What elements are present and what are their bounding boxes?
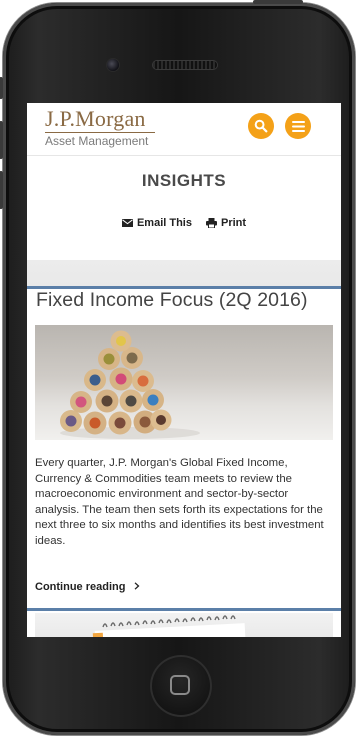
site-header: J.P.Morgan Asset Management xyxy=(27,103,341,156)
colored-pencils-pyramid-image xyxy=(60,330,200,439)
power-button xyxy=(253,0,303,4)
print-label: Print xyxy=(220,217,247,229)
email-this-link[interactable]: Email This xyxy=(121,217,192,229)
notebook-spiral-image xyxy=(92,615,246,637)
next-article-rule xyxy=(27,608,341,611)
logo-divider xyxy=(45,132,155,133)
envelope-icon xyxy=(121,219,133,227)
search-icon xyxy=(254,119,268,133)
next-article-image[interactable] xyxy=(35,613,333,637)
logo-wordmark: J.P.Morgan xyxy=(45,106,146,131)
menu-button[interactable] xyxy=(285,113,311,139)
volume-up-button xyxy=(0,121,3,159)
printer-icon xyxy=(205,218,217,228)
continue-reading-label: Continue reading xyxy=(35,581,126,593)
volume-down-button xyxy=(0,171,3,209)
front-camera xyxy=(107,59,119,71)
share-actions: Email This Print xyxy=(27,217,341,229)
search-button[interactable] xyxy=(248,113,274,139)
continue-reading-link[interactable]: Continue reading xyxy=(35,581,140,593)
jpmorgan-logo[interactable]: J.P.Morgan Asset Management xyxy=(45,107,155,148)
article-title[interactable]: Fixed Income Focus (2Q 2016) xyxy=(36,289,336,312)
article-hero-image[interactable] xyxy=(35,325,333,440)
mute-switch xyxy=(0,77,3,99)
article-summary: Every quarter, J.P. Morgan's Global Fixe… xyxy=(35,457,324,547)
browser-screen: J.P.Morgan Asset Management INSIGHTS Ema… xyxy=(27,103,341,637)
logo-subtitle: Asset Management xyxy=(45,134,149,148)
hamburger-menu-icon xyxy=(291,120,305,132)
chevron-right-icon xyxy=(134,582,139,590)
print-link[interactable]: Print xyxy=(205,217,247,229)
section-divider-band xyxy=(27,260,341,286)
email-this-label: Email This xyxy=(136,217,192,229)
home-button[interactable] xyxy=(150,655,212,717)
earpiece-speaker xyxy=(153,61,217,69)
page-title: INSIGHTS xyxy=(141,171,227,190)
